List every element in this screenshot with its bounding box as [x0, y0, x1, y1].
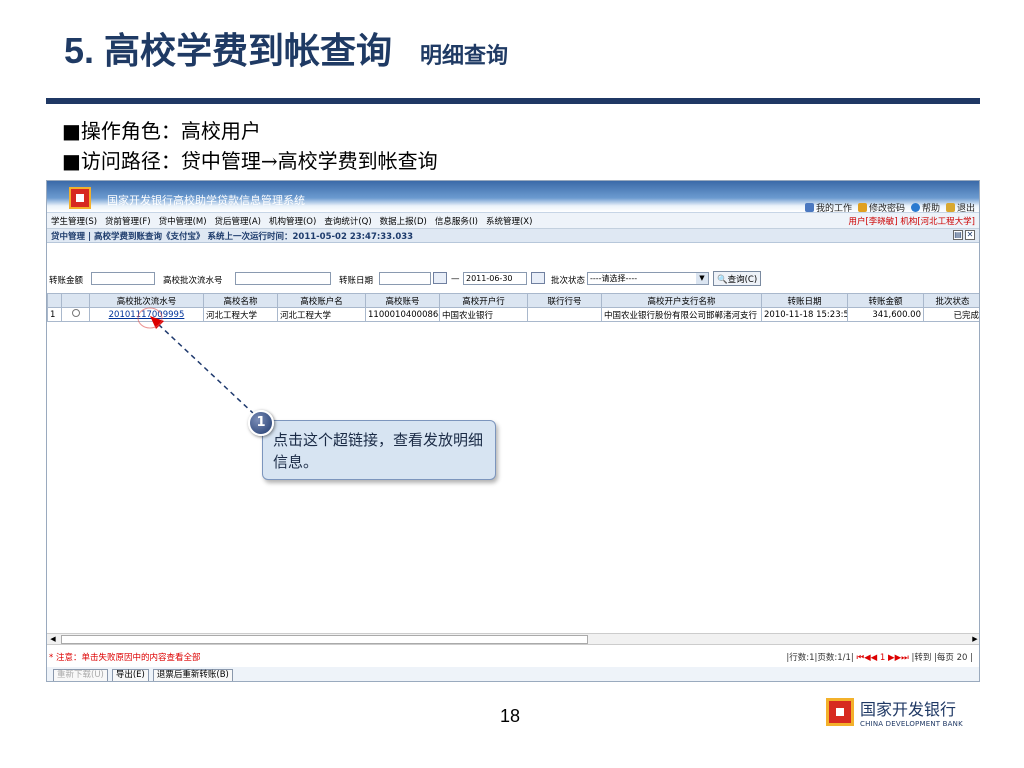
batch-label: 高校批次流水号	[163, 276, 223, 286]
redownload-button[interactable]: 重新下载(U)	[53, 668, 108, 681]
per-page[interactable]: |每页 20 |	[934, 653, 973, 663]
menu-query[interactable]: 查询统计(Q)	[324, 215, 371, 227]
note-text: * 注意：单击失败原因中的内容查看全部	[49, 653, 201, 663]
menu-system[interactable]: 系统管理(X)	[486, 215, 532, 227]
page-number: 18	[500, 706, 521, 726]
callout-box: 点击这个超链接，查看发放明细信息。	[262, 420, 496, 480]
user-info: 用户[李晓敏] 机构[河北工程大学]	[848, 217, 975, 227]
goto-link[interactable]: |转到	[911, 653, 931, 663]
col-transfer-date[interactable]: 转账日期	[761, 293, 848, 308]
table-row: 1 20101117009995 河北工程大学 河北工程大学 110001040…	[47, 307, 979, 322]
brand-cn: 国家开发银行	[860, 700, 957, 719]
status-label: 批次状态	[551, 276, 586, 286]
scroll-right-icon[interactable]: ▶	[969, 635, 979, 644]
pager-nav[interactable]: ⏮◀◀ 1 ▶▶⏭	[857, 653, 909, 663]
col-batch-no[interactable]: 高校批次流水号	[89, 293, 204, 308]
menu-bar: 学生管理(S) 贷前管理(F) 贷中管理(M) 贷后管理(A) 机构管理(O) …	[47, 213, 979, 229]
export-button[interactable]: 导出(E)	[111, 668, 149, 681]
close-icon[interactable]: ✕	[965, 230, 975, 240]
brand-footer: 国家开发银行 CHINA DEVELOPMENT BANK	[826, 696, 963, 728]
search-icon: 🔍	[717, 275, 728, 285]
calendar-icon[interactable]	[531, 272, 545, 284]
col-status[interactable]: 批次状态	[923, 293, 979, 308]
status-select[interactable]: ----请选择---- ▼	[587, 272, 709, 285]
logout-icon	[945, 203, 955, 212]
filter-bar: 转账金额 高校批次流水号 转账日期 — 2011-06-30 批次状态 ----…	[47, 271, 979, 289]
app-header: 国家开发银行高校助学贷款信息管理系统 我的工作 修改密码 帮助 退出	[47, 181, 979, 214]
slide-bullets: ■操作角色：高校用户 ■访问路径：贷中管理→高校学费到帐查询	[62, 116, 438, 176]
col-bank[interactable]: 高校开户行	[439, 293, 528, 308]
slide-title-group: 5. 高校学费到帐查询 明细查询	[64, 22, 508, 74]
cdb-logo-icon	[69, 187, 91, 209]
bullet-path: ■访问路径：贷中管理→高校学费到帐查询	[62, 149, 438, 173]
brand-en: CHINA DEVELOPMENT BANK	[860, 720, 963, 728]
org-name: 河北工程大学	[920, 217, 972, 227]
calendar-icon[interactable]	[433, 272, 447, 284]
breadcrumb: 贷中管理 | 高校学费到账查询《支付宝》 系统上一次运行时间：2011-05-0…	[47, 229, 979, 243]
amount-input[interactable]	[91, 272, 155, 285]
menu-info[interactable]: 信息服务(I)	[435, 215, 478, 227]
col-amount[interactable]: 转账金额	[847, 293, 924, 308]
app-screenshot: 国家开发银行高校助学贷款信息管理系统 我的工作 修改密码 帮助 退出 学生管理(…	[46, 180, 980, 682]
result-table: 高校批次流水号 高校名称 高校账户名 高校账号 高校开户行 联行行号 高校开户支…	[47, 293, 979, 322]
menu-pre-loan[interactable]: 贷前管理(F)	[105, 215, 151, 227]
bullet-role: ■操作角色：高校用户	[62, 119, 261, 143]
print-icon[interactable]: ▤	[953, 230, 963, 240]
pager: |行数:1|页数:1/1| ⏮◀◀ 1 ▶▶⏭ |转到 |每页 20 |	[786, 653, 973, 663]
retransfer-button[interactable]: 退票后重新转账(B)	[152, 668, 233, 681]
col-account-name[interactable]: 高校账户名	[277, 293, 366, 308]
batch-no-link[interactable]: 20101117009995	[109, 310, 185, 320]
slide-subtitle: 明细查询	[420, 44, 509, 69]
user-name: 李晓敏	[868, 217, 895, 227]
help-icon	[910, 203, 920, 212]
callout-text: 点击这个超链接，查看发放明细信息。	[273, 431, 484, 471]
menu-org[interactable]: 机构管理(O)	[269, 215, 316, 227]
app-title: 国家开发银行高校助学贷款信息管理系统	[107, 194, 305, 207]
row-radio[interactable]	[71, 309, 80, 317]
query-button[interactable]: 🔍查询(C)	[713, 271, 762, 286]
menu-post-loan[interactable]: 贷后管理(A)	[215, 215, 261, 227]
bottom-toolbar: 重新下载(U) 导出(E) 退票后重新转账(B)	[47, 667, 979, 681]
cdb-logo-icon	[826, 698, 854, 726]
scroll-left-icon[interactable]: ◀	[47, 635, 59, 644]
col-school-name[interactable]: 高校名称	[203, 293, 278, 308]
date-label: 转账日期	[339, 276, 374, 286]
user-icon	[804, 203, 814, 212]
col-clearing-no[interactable]: 联行行号	[527, 293, 602, 308]
date-from-input[interactable]	[379, 272, 431, 285]
slide-title: 5. 高校学费到帐查询	[64, 30, 393, 71]
col-account-no[interactable]: 高校账号	[365, 293, 440, 308]
menu-report[interactable]: 数据上报(D)	[380, 215, 427, 227]
title-divider	[46, 98, 980, 104]
chevron-down-icon: ▼	[696, 273, 708, 284]
table-header: 高校批次流水号 高校名称 高校账户名 高校账号 高校开户行 联行行号 高校开户支…	[47, 293, 979, 308]
horizontal-scrollbar[interactable]: ◀ ▶	[47, 633, 979, 645]
col-branch[interactable]: 高校开户支行名称	[601, 293, 762, 308]
pen-icon	[857, 203, 867, 212]
menu-student[interactable]: 学生管理(S)	[51, 215, 97, 227]
menu-in-loan[interactable]: 贷中管理(M)	[159, 215, 207, 227]
date-to-input[interactable]: 2011-06-30	[463, 272, 527, 285]
amount-label: 转账金额	[49, 276, 84, 286]
step-badge: 1	[248, 410, 274, 436]
scroll-thumb[interactable]	[61, 635, 588, 644]
batch-input[interactable]	[235, 272, 331, 285]
